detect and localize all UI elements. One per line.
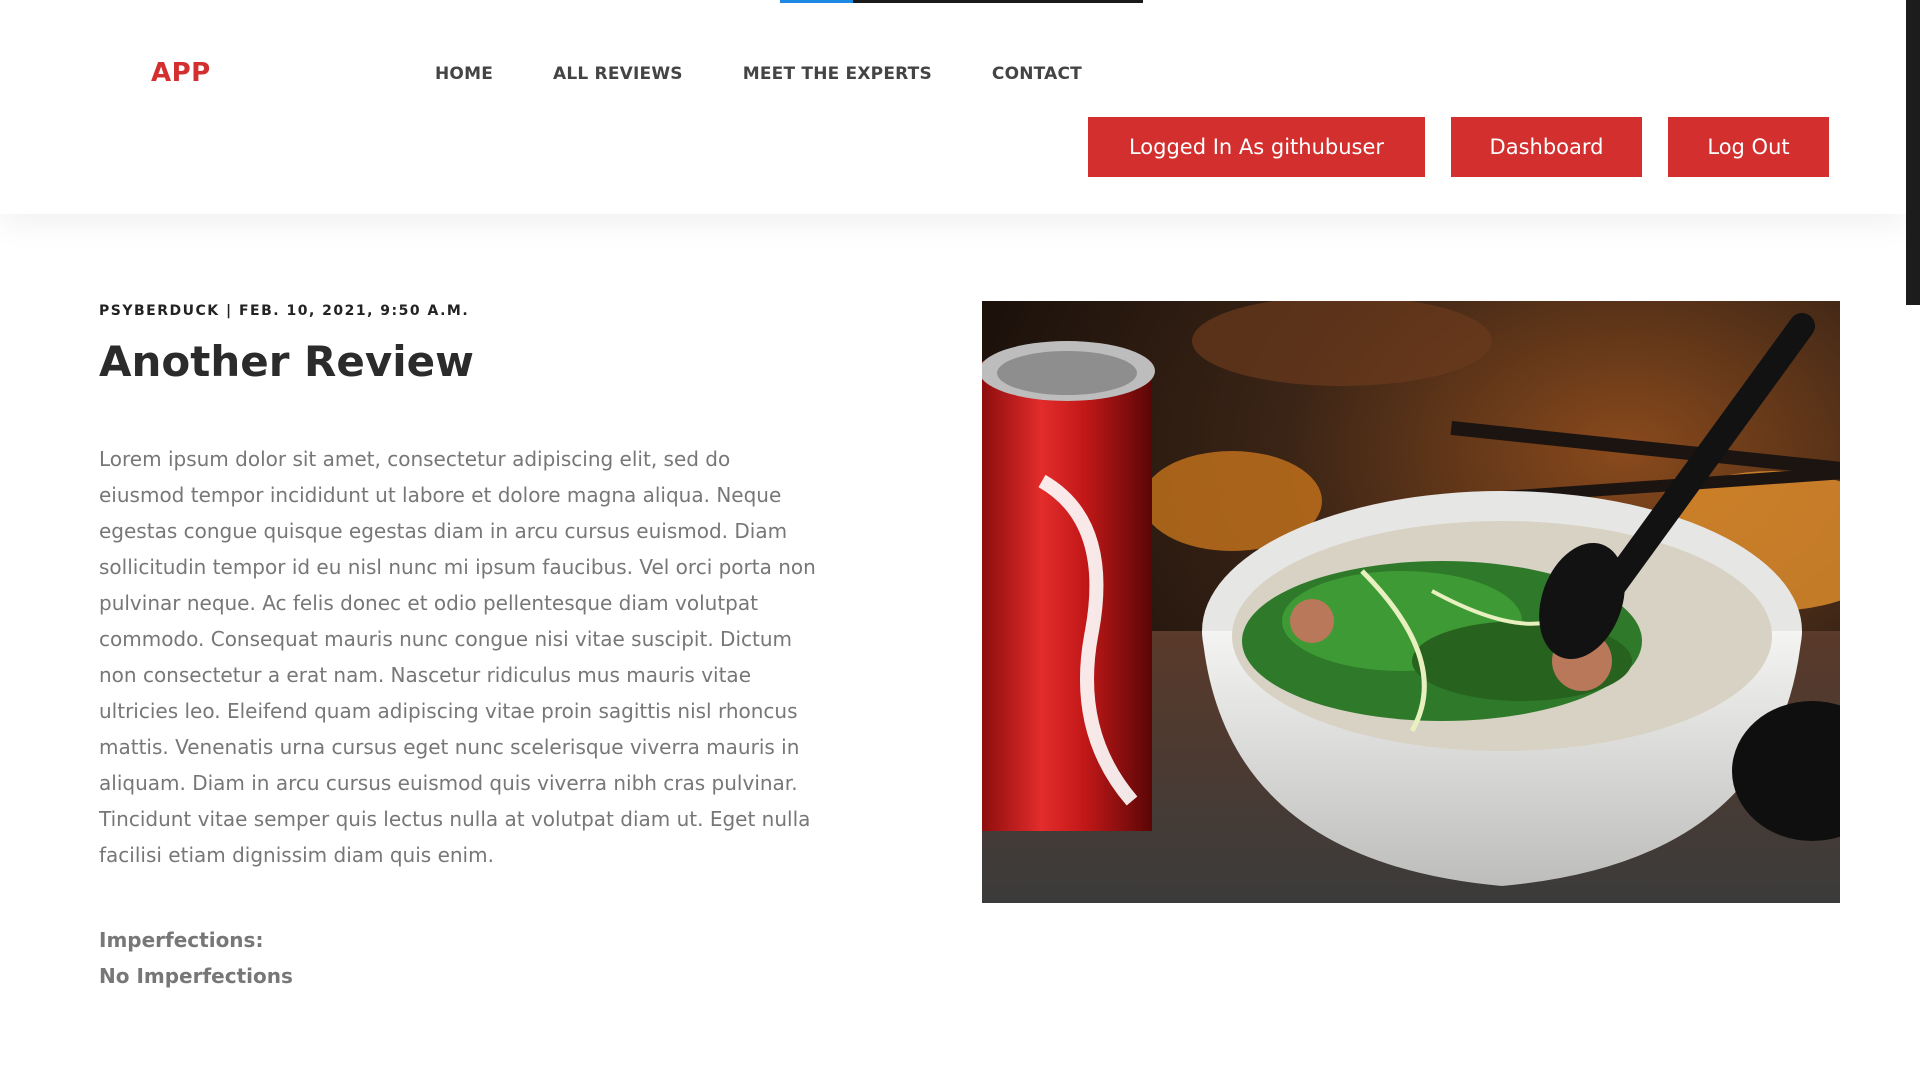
- review-photo: [982, 301, 1840, 903]
- progress-fill: [780, 0, 853, 3]
- imperfections-value: No Imperfections: [99, 964, 293, 988]
- review-title: Another Review: [99, 337, 474, 386]
- page-load-progress-bar: [780, 0, 1143, 3]
- imperfections-label: Imperfections:: [99, 928, 264, 952]
- site-header: APP HOME ALL REVIEWS MEET THE EXPERTS CO…: [0, 0, 1906, 214]
- review-body: Lorem ipsum dolor sit amet, consectetur …: [99, 447, 816, 867]
- logo[interactable]: APP: [151, 58, 211, 88]
- page: APP HOME ALL REVIEWS MEET THE EXPERTS CO…: [0, 0, 1920, 1080]
- food-photo-illustration: [982, 301, 1840, 903]
- scrollbar-thumb[interactable]: [1906, 0, 1920, 305]
- nav-meet-the-experts[interactable]: MEET THE EXPERTS: [743, 64, 932, 84]
- scrollbar[interactable]: [1906, 0, 1920, 1080]
- logout-button[interactable]: Log Out: [1668, 117, 1829, 177]
- dashboard-button[interactable]: Dashboard: [1451, 117, 1642, 177]
- nav-all-reviews[interactable]: ALL REVIEWS: [553, 64, 683, 84]
- nav-contact[interactable]: CONTACT: [992, 64, 1082, 84]
- nav-home[interactable]: HOME: [435, 64, 493, 84]
- main-nav: HOME ALL REVIEWS MEET THE EXPERTS CONTAC…: [435, 64, 1142, 84]
- review-meta: PSYBERDUCK | FEB. 10, 2021, 9:50 A.M.: [99, 303, 470, 319]
- header-actions: Logged In As githubuser Dashboard Log Ou…: [1088, 117, 1829, 177]
- logged-in-user-button[interactable]: Logged In As githubuser: [1088, 117, 1425, 177]
